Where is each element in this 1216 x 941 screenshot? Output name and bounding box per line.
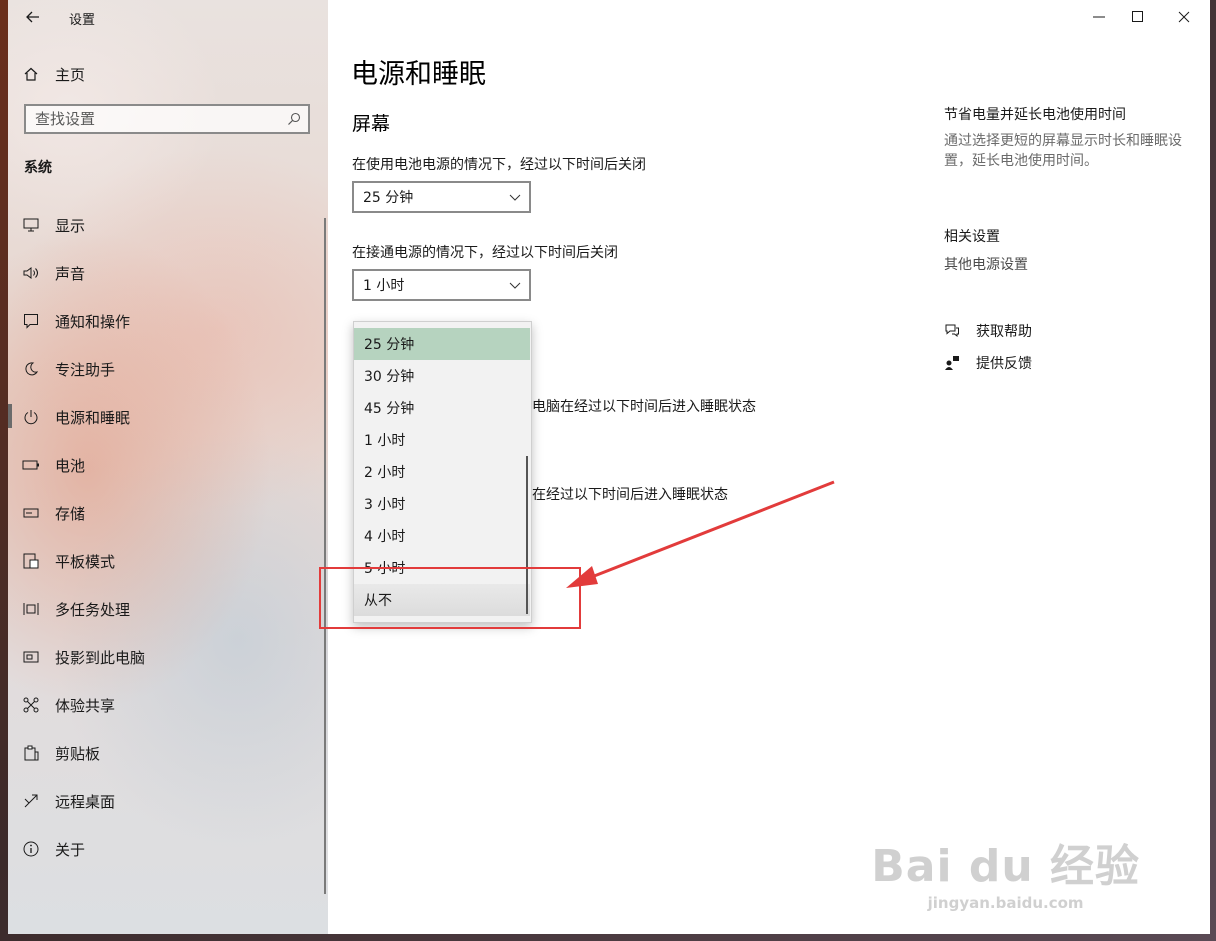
sidebar-item-clipboard[interactable]: 剪贴板: [22, 736, 318, 770]
sidebar-item-multitasking[interactable]: 多任务处理: [22, 592, 318, 626]
search-input[interactable]: [26, 109, 287, 129]
battery-screen-label: 在使用电池电源的情况下，经过以下时间后关闭: [352, 157, 646, 173]
give-feedback-label: 提供反馈: [976, 356, 1032, 372]
sidebar-item-remote-desktop[interactable]: 远程桌面: [22, 784, 318, 818]
maximize-button[interactable]: [1115, 0, 1161, 34]
monitor-icon: [22, 216, 40, 234]
watermark-url: jingyan.baidu.com: [927, 894, 1084, 912]
section-title: 系统: [24, 160, 52, 176]
sidebar-item-power-sleep[interactable]: 电源和睡眠: [22, 400, 318, 434]
help-chat-icon: [945, 324, 959, 338]
dropdown-option[interactable]: 30 分钟: [354, 360, 530, 392]
moon-icon: [22, 360, 40, 378]
dropdown-option[interactable]: 3 小时: [354, 488, 530, 520]
save-power-heading: 节省电量并延长电池使用时间: [944, 107, 1126, 123]
storage-icon: [22, 504, 40, 522]
sidebar-item-label: 电池: [55, 456, 86, 475]
dropdown-option[interactable]: 1 小时: [354, 424, 530, 456]
sidebar-item-label: 多任务处理: [55, 600, 131, 619]
related-settings-heading: 相关设置: [944, 229, 1000, 245]
feedback-icon: [945, 356, 959, 370]
close-button[interactable]: [1161, 0, 1207, 34]
sidebar-item-storage[interactable]: 存储: [22, 496, 318, 530]
sidebar-item-label: 专注助手: [55, 360, 116, 379]
sidebar-item-label: 远程桌面: [55, 792, 116, 811]
tablet-icon: [22, 552, 40, 570]
active-indicator: [8, 404, 12, 428]
dropdown-option[interactable]: 4 小时: [354, 520, 530, 552]
sidebar-item-sound[interactable]: 声音: [22, 256, 318, 290]
chevron-down-icon: [509, 282, 521, 289]
dropdown-option[interactable]: 2 小时: [354, 456, 530, 488]
search-box[interactable]: [24, 104, 310, 134]
plugged-screen-select[interactable]: 1 小时: [352, 269, 531, 301]
sidebar-item-label: 显示: [55, 216, 86, 235]
sidebar-item-label: 关于: [55, 840, 86, 859]
plugged-screen-label: 在接通电源的情况下，经过以下时间后关闭: [352, 245, 618, 261]
clipboard-icon: [22, 744, 40, 762]
sleep-battery-label-partial: 电脑在经过以下时间后进入睡眠状态: [532, 399, 756, 415]
home-label: 主页: [55, 65, 86, 84]
battery-icon: [22, 456, 40, 474]
sidebar-item-label: 平板模式: [55, 552, 116, 571]
power-icon: [22, 408, 40, 426]
back-button[interactable]: [20, 4, 46, 30]
sidebar-item-label: 声音: [55, 264, 86, 283]
share-icon: [22, 696, 40, 714]
sidebar-item-notifications[interactable]: 通知和操作: [22, 304, 318, 338]
annotation-highlight-box: [319, 567, 581, 629]
sidebar-item-label: 体验共享: [55, 696, 116, 715]
close-icon: [1178, 11, 1190, 23]
sidebar-item-label: 投影到此电脑: [55, 648, 146, 667]
chevron-down-icon: [509, 194, 521, 201]
sidebar-item-label: 电源和睡眠: [55, 408, 131, 427]
search-icon[interactable]: [287, 112, 301, 126]
give-feedback-link[interactable]: 提供反馈: [944, 353, 1032, 373]
sidebar-item-battery[interactable]: 电池: [22, 448, 318, 482]
sidebar-item-display[interactable]: 显示: [22, 208, 318, 242]
battery-screen-select[interactable]: 25 分钟: [352, 181, 531, 213]
project-icon: [22, 648, 40, 666]
dropdown-option[interactable]: 25 分钟: [354, 328, 530, 360]
info-icon: [22, 840, 40, 858]
remote-desktop-icon: [22, 792, 40, 810]
sidebar-item-tablet-mode[interactable]: 平板模式: [22, 544, 318, 578]
sidebar-item-focus-assist[interactable]: 专注助手: [22, 352, 318, 386]
sidebar-item-label: 存储: [55, 504, 86, 523]
sidebar-item-about[interactable]: 关于: [22, 832, 318, 866]
battery-screen-value: 25 分钟: [363, 190, 414, 206]
get-help-link[interactable]: 获取帮助: [944, 321, 1032, 341]
back-arrow-icon: [26, 11, 39, 23]
sidebar: 设置 主页 系统 显示 声音 通知和操作: [8, 0, 328, 934]
screen-heading: 屏幕: [352, 113, 391, 135]
sidebar-scrollbar[interactable]: [324, 218, 326, 894]
watermark-brand: Bai du 经验: [871, 841, 1140, 892]
notification-icon: [22, 312, 40, 330]
baidu-watermark: Bai du 经验 jingyan.baidu.com: [871, 830, 1140, 912]
sidebar-item-home[interactable]: 主页: [22, 60, 312, 88]
page-title: 电源和睡眠: [351, 59, 486, 90]
additional-power-settings-link[interactable]: 其他电源设置: [944, 254, 1028, 274]
sidebar-item-project[interactable]: 投影到此电脑: [22, 640, 318, 674]
get-help-label: 获取帮助: [976, 324, 1032, 340]
save-power-description: 通过选择更短的屏幕显示时长和睡眠设置，延长电池使用时间。: [944, 133, 1182, 169]
home-icon: [22, 65, 40, 83]
plugged-screen-value: 1 小时: [363, 278, 405, 294]
sidebar-item-label: 通知和操作: [55, 312, 131, 331]
dropdown-option[interactable]: 45 分钟: [354, 392, 530, 424]
multitask-icon: [22, 600, 40, 618]
settings-window: 设置 主页 系统 显示 声音 通知和操作: [8, 0, 1210, 934]
speaker-icon: [22, 264, 40, 282]
maximize-icon: [1132, 11, 1143, 22]
sidebar-item-shared-experiences[interactable]: 体验共享: [22, 688, 318, 722]
annotation-arrow: [566, 480, 835, 588]
minimize-icon: [1093, 16, 1105, 18]
sidebar-item-label: 剪贴板: [55, 744, 101, 763]
window-title: 设置: [69, 13, 96, 28]
